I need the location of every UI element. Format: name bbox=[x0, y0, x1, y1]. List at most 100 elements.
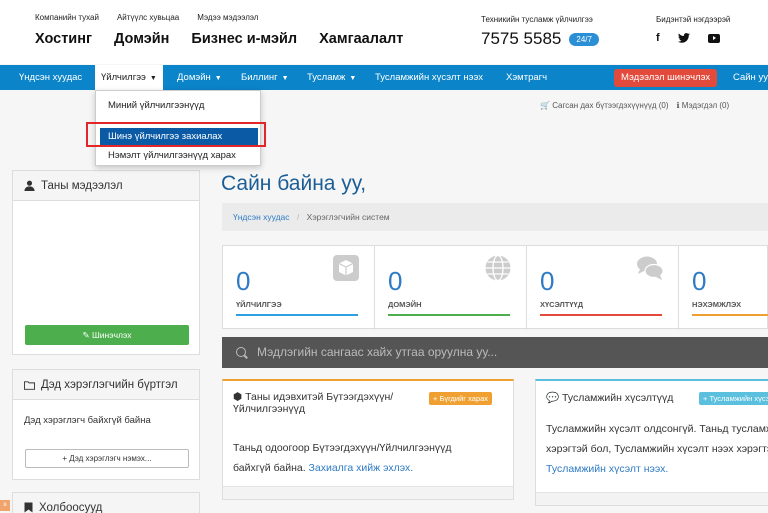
view-all-products-button[interactable]: + Бүгдийг харах bbox=[429, 392, 493, 405]
bookmark-icon bbox=[24, 502, 33, 513]
open-ticket-link[interactable]: Тусламжийн хүсэлт нээх. bbox=[546, 463, 668, 475]
main-links: Хостинг Домэйн Бизнес и-мэйл Хамгаалалт bbox=[35, 31, 403, 47]
subaccount-panel-header: Дэд хэрэглэгчийн бүртгэл bbox=[13, 370, 199, 400]
breadcrumb-separator: / bbox=[296, 212, 300, 222]
products-body-line2-text: байхгүй байна. bbox=[233, 462, 306, 474]
menu-item-view-addons[interactable]: Нэмэлт үйлчилгээнүүд харах bbox=[96, 150, 262, 161]
main-link-security[interactable]: Хамгаалалт bbox=[319, 31, 403, 47]
products-title-line1-text: Таны идэвхитэй Бүтээгдэхүүн/ bbox=[245, 391, 394, 403]
products-body-line1: Таньд одоогоор Бүтээгдэхүүн/Үйлчилгээнүү… bbox=[233, 442, 452, 454]
update-profile-label: Шинэчлэх bbox=[92, 330, 132, 340]
stat-tickets[interactable]: 0 Хүсэлтүүд bbox=[527, 246, 679, 330]
top-link-about[interactable]: Компанийн тухай bbox=[35, 13, 99, 22]
nav-support-label: Тусламж bbox=[307, 72, 346, 83]
comments-icon bbox=[637, 256, 664, 280]
update-info-button[interactable]: Мэдээлэл шинэчлэх bbox=[614, 69, 718, 87]
active-products-card: ⬢ Таны идэвхитэй Бүтээгдэхүүн/ Үйлчилгээ… bbox=[222, 379, 514, 500]
cube-icon bbox=[333, 255, 359, 281]
menu-item-my-services[interactable]: Миний үйлчилгээнүүд bbox=[96, 100, 262, 111]
facebook-icon[interactable]: f bbox=[656, 32, 660, 44]
nav-open-ticket[interactable]: Тусламжийн хүсэлт нээх bbox=[375, 65, 483, 90]
nav-billing[interactable]: Биллинг ▼ bbox=[241, 65, 289, 90]
tickets-card-title-text: Тусламжийн хүсэлтүүд bbox=[562, 392, 674, 404]
twitter-icon[interactable] bbox=[677, 33, 690, 43]
nav-partner[interactable]: Хэмтрагч bbox=[506, 65, 547, 90]
nav-support[interactable]: Тусламж ▼ bbox=[307, 65, 356, 90]
nav-domain-label: Домэйн bbox=[177, 72, 211, 83]
side-tab[interactable]: ʚ bbox=[0, 500, 10, 511]
search-icon bbox=[236, 347, 246, 357]
breadcrumb-home[interactable]: Үндсэн хуудас bbox=[233, 212, 290, 222]
top-link-shares[interactable]: Айтүүлс хувьцаа bbox=[117, 13, 179, 22]
chevron-down-icon: ▼ bbox=[149, 75, 157, 82]
main-link-domain[interactable]: Домэйн bbox=[114, 31, 169, 47]
page-title: Сайн байна уу, bbox=[221, 172, 367, 195]
info-panel-header: Таны мэдээлэл bbox=[13, 171, 199, 201]
tickets-body-line3: Тусламжийн хүсэлт нээх. bbox=[546, 459, 768, 479]
nav-domain[interactable]: Домэйн ▼ bbox=[177, 65, 222, 90]
nav-account-greeting[interactable]: Сайн уу bbox=[733, 65, 768, 90]
stats-row: 0 Үйлчилгээ 0 Домэйн 0 Хүсэлтүүд 0 Нэхэм… bbox=[222, 245, 768, 330]
nav-home-label: Үндсэн хуудас bbox=[19, 72, 83, 83]
tickets-body-line2: хэрэгтэй бол, Тусламжийн хүсэлт нээх хэр… bbox=[546, 443, 768, 455]
top-link-news[interactable]: Мэдээ мэдээлэл bbox=[197, 13, 258, 22]
stat-services-count: 0 bbox=[236, 266, 251, 296]
stat-domains-count: 0 bbox=[388, 266, 403, 296]
open-ticket-button[interactable]: + Тусламжийн хүсэлт нээх bbox=[699, 392, 768, 405]
tickets-body-line1: Тусламжийн хүсэлт олдсонгүй. Таньд тусла… bbox=[546, 423, 768, 435]
main-link-business-email[interactable]: Бизнес и-мэйл bbox=[191, 31, 297, 47]
knowledgebase-search[interactable]: Мэдлэгийн сангаас хайх утгаа оруулна уу.… bbox=[222, 337, 768, 368]
folder-icon bbox=[24, 380, 35, 390]
nav-home[interactable]: Үндсэн хуудас bbox=[19, 65, 82, 90]
chevron-down-icon: ▼ bbox=[349, 75, 357, 82]
nav-open-ticket-label: Тусламжийн хүсэлт нээх bbox=[375, 72, 483, 83]
info-panel-title: Таны мэдээлэл bbox=[41, 179, 123, 192]
stat-invoices[interactable]: 0 Нэхэмжлэх bbox=[679, 246, 768, 330]
links-panel: Холбоосууд bbox=[12, 492, 200, 513]
nav-billing-label: Биллинг bbox=[241, 72, 278, 83]
add-subaccount-button[interactable]: + Дэд хэрэглэгч нэмэх... bbox=[25, 449, 189, 468]
site-header: Компанийн тухай Айтүүлс хувьцаа Мэдээ мэ… bbox=[0, 0, 768, 64]
stat-services[interactable]: 0 Үйлчилгээ bbox=[223, 246, 375, 330]
youtube-icon[interactable] bbox=[707, 33, 720, 43]
links-panel-title: Холбоосууд bbox=[39, 501, 103, 513]
subaccount-panel: Дэд хэрэглэгчийн бүртгэл Дэд хэрэглэгч б… bbox=[12, 369, 200, 480]
cart-link[interactable]: 🛒 Сагсан дах бүтээгдэхүүнүүд (0) bbox=[540, 101, 668, 110]
main-nav: Үндсэн хуудас Үйлчилгээ ▼ Домэйн ▼ Биллинг… bbox=[0, 65, 768, 90]
breadcrumb-current: Хэрэглэгчийн систем bbox=[306, 212, 390, 222]
stat-services-label: Үйлчилгээ bbox=[236, 300, 282, 309]
chevron-down-icon: ▼ bbox=[214, 75, 222, 82]
subaccount-panel-title: Дэд хэрэглэгчийн бүртгэл bbox=[41, 378, 178, 391]
support-247-badge: 24/7 bbox=[569, 32, 599, 46]
products-body-line2: байхгүй байна. Захиалга хийж эхлэх. bbox=[233, 458, 452, 478]
tickets-card: 💬 Тусламжийн хүсэлтүүд + Тусламжийн хүсэ… bbox=[535, 379, 768, 506]
support-label: Техникийн тусламж үйлчилгээ bbox=[481, 15, 593, 24]
nav-partner-label: Хэмтрагч bbox=[506, 72, 548, 83]
highlight-annotation bbox=[86, 122, 266, 147]
main-link-hosting[interactable]: Хостинг bbox=[35, 31, 92, 47]
products-card-body: Таньд одоогоор Бүтээгдэхүүн/Үйлчилгээнүү… bbox=[233, 438, 452, 478]
tickets-card-title: 💬 Тусламжийн хүсэлтүүд bbox=[546, 392, 674, 404]
subaccount-empty-text: Дэд хэрэглэгч байхгүй байна bbox=[24, 415, 151, 426]
cart-notices-row: 🛒 Сагсан дах бүтээгдэхүүнүүд (0) ℹ Мэдэг… bbox=[540, 101, 729, 110]
social-links: f bbox=[656, 32, 720, 44]
user-icon bbox=[24, 180, 35, 191]
products-title-line2: Үйлчилгээнүүд bbox=[233, 403, 306, 415]
products-card-title: ⬢ Таны идэвхитэй Бүтээгдэхүүн/ Үйлчилгээ… bbox=[233, 391, 393, 415]
stat-services-bar bbox=[236, 314, 358, 316]
stat-tickets-count: 0 bbox=[540, 266, 555, 296]
stat-invoices-count: 0 bbox=[692, 266, 707, 296]
start-order-link[interactable]: Захиалга хийж эхлэх. bbox=[309, 462, 414, 474]
social-label: Бидэнтэй нэгдээрэй bbox=[656, 15, 731, 24]
cart-link-label: Сагсан дах бүтээгдэхүүнүүд (0) bbox=[552, 101, 669, 110]
stat-invoices-bar bbox=[692, 314, 768, 316]
search-placeholder: Мэдлэгийн сангаас хайх утгаа оруулна уу.… bbox=[257, 345, 498, 359]
update-profile-button[interactable]: ✎ Шинэчлэх bbox=[25, 325, 189, 345]
stat-tickets-label: Хүсэлтүүд bbox=[540, 300, 584, 309]
links-panel-header: Холбоосууд bbox=[13, 493, 199, 513]
notices-link[interactable]: ℹ Мэдэгдэл (0) bbox=[676, 101, 729, 110]
stat-invoices-label: Нэхэмжлэх bbox=[692, 300, 742, 309]
chevron-down-icon: ▼ bbox=[281, 75, 289, 82]
nav-services[interactable]: Үйлчилгээ ▼ bbox=[95, 65, 163, 90]
stat-domains[interactable]: 0 Домэйн bbox=[375, 246, 527, 330]
